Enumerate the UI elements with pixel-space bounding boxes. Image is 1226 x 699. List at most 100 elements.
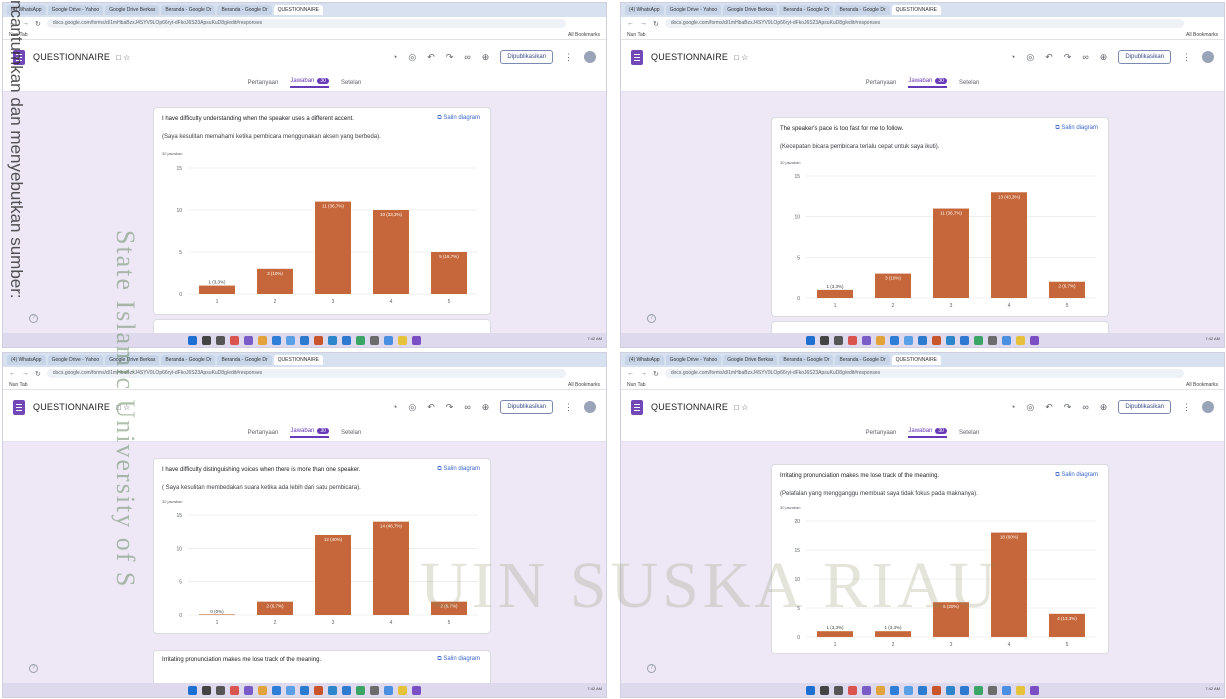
undo-icon[interactable]: ↶: [427, 402, 435, 413]
taskbar-app-icon[interactable]: [946, 685, 955, 695]
preview-icon[interactable]: ◎: [1026, 402, 1034, 413]
taskbar-app-icon[interactable]: [188, 685, 197, 695]
taskbar-app-icon[interactable]: [890, 685, 899, 695]
taskbar-app-icon[interactable]: [216, 335, 225, 345]
browser-tab[interactable]: Beranda - Google Dr: [217, 355, 272, 365]
taskbar-app-icon[interactable]: [904, 335, 913, 345]
taskbar-app-icon[interactable]: [806, 335, 815, 345]
taskbar-app-icon[interactable]: [272, 335, 281, 345]
link-icon[interactable]: ∞: [1082, 52, 1088, 62]
copy-chart-button[interactable]: ⧉ Salin diagram: [437, 115, 480, 122]
browser-tab[interactable]: Beranda - Google Dr: [161, 5, 216, 15]
back-icon[interactable]: ←: [627, 20, 634, 27]
publish-button[interactable]: Dipublikasikan: [500, 400, 553, 414]
reload-icon[interactable]: ↻: [35, 20, 41, 28]
add-collaborator-icon[interactable]: ⊕: [1100, 52, 1108, 63]
avatar[interactable]: [1202, 51, 1214, 63]
preview-icon[interactable]: ◎: [408, 52, 416, 63]
palette-icon[interactable]: ◔: [392, 402, 397, 412]
taskbar-app-icon[interactable]: [342, 685, 351, 695]
taskbar-app-icon[interactable]: [1016, 685, 1025, 695]
taskbar-app-icon[interactable]: [876, 335, 885, 345]
add-collaborator-icon[interactable]: ⊕: [482, 402, 490, 413]
browser-tab[interactable]: (4) WhatsApp: [625, 5, 664, 15]
link-icon[interactable]: ∞: [1082, 402, 1088, 412]
taskbar-app-icon[interactable]: [848, 685, 857, 695]
taskbar-app-icon[interactable]: [384, 685, 393, 695]
taskbar-app-icon[interactable]: [932, 685, 941, 695]
browser-tab[interactable]: Google Drive Berkas: [105, 5, 160, 15]
taskbar-app-icon[interactable]: [230, 335, 239, 345]
taskbar-app-icon[interactable]: [370, 685, 379, 695]
browser-tab[interactable]: Google Drive - Yahoo: [47, 5, 104, 15]
tab-responses[interactable]: Jawaban 30: [290, 77, 329, 88]
taskbar-app-icon[interactable]: [272, 685, 281, 695]
reload-icon[interactable]: ↻: [35, 370, 41, 378]
forward-icon[interactable]: →: [640, 370, 647, 377]
taskbar-app-icon[interactable]: [834, 685, 843, 695]
taskbar-app-icon[interactable]: [356, 685, 365, 695]
redo-icon[interactable]: ↷: [446, 402, 454, 413]
taskbar-app-icon[interactable]: [230, 685, 239, 695]
taskbar-app-icon[interactable]: [328, 685, 337, 695]
all-bookmarks-link[interactable]: All Bookmarks: [568, 30, 600, 40]
taskbar-app-icon[interactable]: [314, 685, 323, 695]
avatar[interactable]: [1202, 401, 1214, 413]
reload-icon[interactable]: ↻: [653, 20, 659, 28]
taskbar-app-icon[interactable]: [960, 685, 969, 695]
link-icon[interactable]: ∞: [464, 402, 470, 412]
all-bookmarks-link[interactable]: All Bookmarks: [1186, 380, 1218, 390]
more-options-icon[interactable]: ⋮: [564, 52, 573, 63]
taskbar-app-icon[interactable]: [370, 335, 379, 345]
tab-questions[interactable]: Pertanyaan: [248, 430, 279, 436]
taskbar-app-icon[interactable]: [904, 685, 913, 695]
taskbar-app-icon[interactable]: [974, 335, 983, 345]
copy-chart-button[interactable]: ⧉ Salin diagram: [437, 656, 480, 663]
folder-star-icons[interactable]: □ ☆: [116, 53, 130, 62]
taskbar-app-icon[interactable]: [834, 335, 843, 345]
tab-responses[interactable]: Jawaban 30: [290, 427, 329, 438]
preview-icon[interactable]: ◎: [408, 402, 416, 413]
browser-tab[interactable]: Google Drive - Yahoo: [47, 355, 104, 365]
taskbar-app-icon[interactable]: [1030, 685, 1039, 695]
browser-tab[interactable]: Beranda - Google Dr: [217, 5, 272, 15]
taskbar-app-icon[interactable]: [342, 335, 351, 345]
redo-icon[interactable]: ↷: [1064, 402, 1072, 413]
taskbar-app-icon[interactable]: [988, 685, 997, 695]
bookmark-item[interactable]: Nun Tab: [627, 382, 646, 388]
taskbar-app-icon[interactable]: [202, 335, 211, 345]
preview-icon[interactable]: ◎: [1026, 52, 1034, 63]
taskbar-app-icon[interactable]: [412, 685, 421, 695]
help-icon[interactable]: ?: [647, 314, 656, 323]
tab-settings[interactable]: Setelan: [959, 80, 979, 86]
taskbar-app-icon[interactable]: [300, 335, 309, 345]
folder-star-icons[interactable]: □ ☆: [734, 403, 748, 412]
taskbar-app-icon[interactable]: [820, 685, 829, 695]
browser-tab[interactable]: QUESTIONNAIRE: [891, 5, 942, 15]
palette-icon[interactable]: ◔: [392, 52, 397, 62]
taskbar-app-icon[interactable]: [918, 685, 927, 695]
taskbar-app-icon[interactable]: [286, 335, 295, 345]
taskbar-app-icon[interactable]: [1002, 335, 1011, 345]
taskbar-app-icon[interactable]: [202, 685, 211, 695]
taskbar-app-icon[interactable]: [258, 685, 267, 695]
link-icon[interactable]: ∞: [464, 52, 470, 62]
copy-chart-button[interactable]: ⧉ Salin diagram: [1055, 125, 1098, 132]
avatar[interactable]: [584, 51, 596, 63]
form-title[interactable]: QUESTIONNAIRE: [33, 52, 110, 62]
redo-icon[interactable]: ↷: [1064, 52, 1072, 63]
browser-tab[interactable]: QUESTIONNAIRE: [273, 355, 324, 365]
palette-icon[interactable]: ◔: [1010, 52, 1015, 62]
more-options-icon[interactable]: ⋮: [1182, 402, 1191, 413]
taskbar-app-icon[interactable]: [932, 335, 941, 345]
taskbar-app-icon[interactable]: [862, 685, 871, 695]
publish-button[interactable]: Dipublikasikan: [1118, 400, 1171, 414]
copy-chart-button[interactable]: ⧉ Salin diagram: [437, 466, 480, 473]
browser-tab[interactable]: Google Drive - Yahoo: [665, 5, 722, 15]
undo-icon[interactable]: ↶: [1045, 402, 1053, 413]
taskbar-app-icon[interactable]: [988, 335, 997, 345]
browser-tab[interactable]: Beranda - Google Dr: [835, 5, 890, 15]
browser-tab[interactable]: Google Drive - Yahoo: [665, 355, 722, 365]
taskbar-app-icon[interactable]: [188, 335, 197, 345]
browser-tab[interactable]: (4) WhatsApp: [625, 355, 664, 365]
